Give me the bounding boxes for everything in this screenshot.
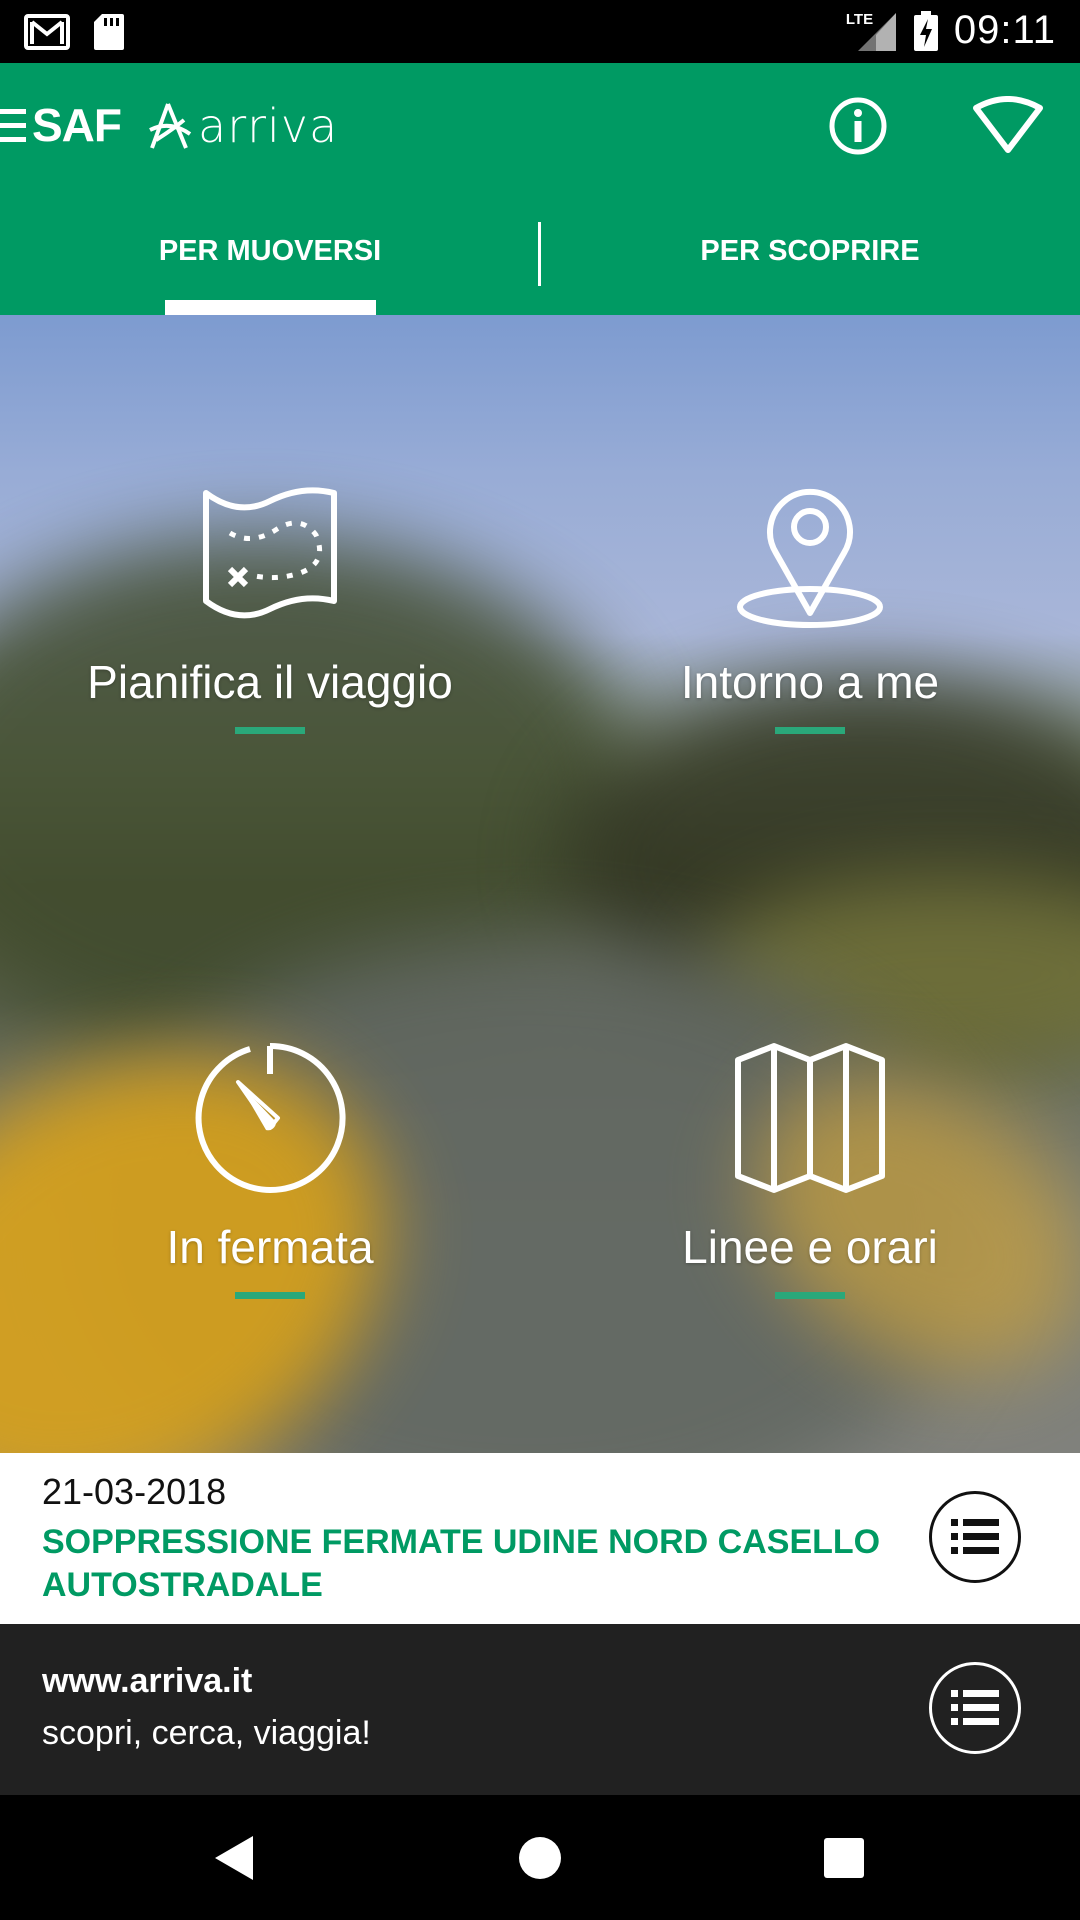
home-button[interactable] [509, 1827, 571, 1889]
treasure-map-icon [203, 487, 337, 619]
promo-list-button[interactable] [929, 1662, 1021, 1754]
app-bar: SAF arriva PER MUOVERSI PER SCOPRIRE [0, 63, 1080, 315]
hero-menu: Pianifica il viaggio Intorno a me In fer… [0, 315, 1080, 1453]
tile-label: In fermata [166, 1221, 374, 1273]
list-icon [951, 1519, 999, 1554]
tab-per-muoversi[interactable]: PER MUOVERSI [0, 188, 540, 315]
status-time: 09:11 [953, 8, 1056, 52]
tile-underline [235, 1292, 305, 1299]
promo-tagline: scopri, cerca, viaggia! [42, 1714, 371, 1752]
tab-label: PER SCOPRIRE [700, 235, 920, 267]
tile-at-stop[interactable]: In fermata [0, 884, 540, 1453]
stopwatch-icon [195, 1042, 346, 1193]
gmail-icon [24, 14, 70, 50]
status-bar: LTE 09:11 [0, 0, 1080, 63]
battery-charging-icon [913, 10, 938, 51]
tile-around-me[interactable]: Intorno a me [540, 315, 1080, 884]
news-banner[interactable]: 21-03-2018 SOPPRESSIONE FERMATE UDINE NO… [0, 1453, 1080, 1624]
info-icon[interactable] [828, 96, 888, 156]
system-nav-bar [0, 1795, 1080, 1920]
wifi-icon[interactable] [972, 96, 1044, 156]
tile-underline [235, 727, 305, 734]
toolbar: SAF arriva [0, 63, 1080, 188]
menu-icon[interactable] [0, 105, 26, 145]
promo-url[interactable]: www.arriva.it [42, 1662, 252, 1701]
folded-map-icon [735, 1043, 885, 1193]
home-icon [519, 1837, 561, 1879]
back-icon [215, 1836, 253, 1880]
location-pin-icon [737, 489, 883, 628]
back-button[interactable] [204, 1827, 266, 1889]
brand-saf-logo: SAF [32, 99, 122, 151]
tab-bar: PER MUOVERSI PER SCOPRIRE [0, 188, 1080, 315]
promo-banner[interactable]: www.arriva.it scopri, cerca, viaggia! [0, 1624, 1080, 1795]
tab-selected-indicator [165, 300, 376, 315]
tab-per-scoprire[interactable]: PER SCOPRIRE [540, 188, 1080, 315]
sd-card-icon [94, 14, 124, 50]
recents-icon [824, 1838, 864, 1878]
news-title[interactable]: SOPPRESSIONE FERMATE UDINE NORD CASELLO … [42, 1521, 902, 1607]
brand-arriva-logo: arriva [146, 99, 338, 153]
list-icon [951, 1690, 999, 1725]
tile-label: Linee e orari [682, 1221, 938, 1273]
tile-lines-timetables[interactable]: Linee e orari [540, 884, 1080, 1453]
tile-label: Pianifica il viaggio [87, 656, 453, 708]
news-date: 21-03-2018 [42, 1471, 227, 1512]
tile-underline [775, 727, 845, 734]
lte-signal-icon: LTE [846, 9, 898, 53]
tab-label: PER MUOVERSI [158, 235, 382, 267]
arriva-logo-icon [149, 103, 192, 149]
tile-underline [775, 1292, 845, 1299]
tile-label: Intorno a me [680, 656, 940, 708]
news-list-button[interactable] [929, 1491, 1021, 1583]
tile-plan-trip[interactable]: Pianifica il viaggio [0, 315, 540, 884]
recents-button[interactable] [813, 1827, 875, 1889]
